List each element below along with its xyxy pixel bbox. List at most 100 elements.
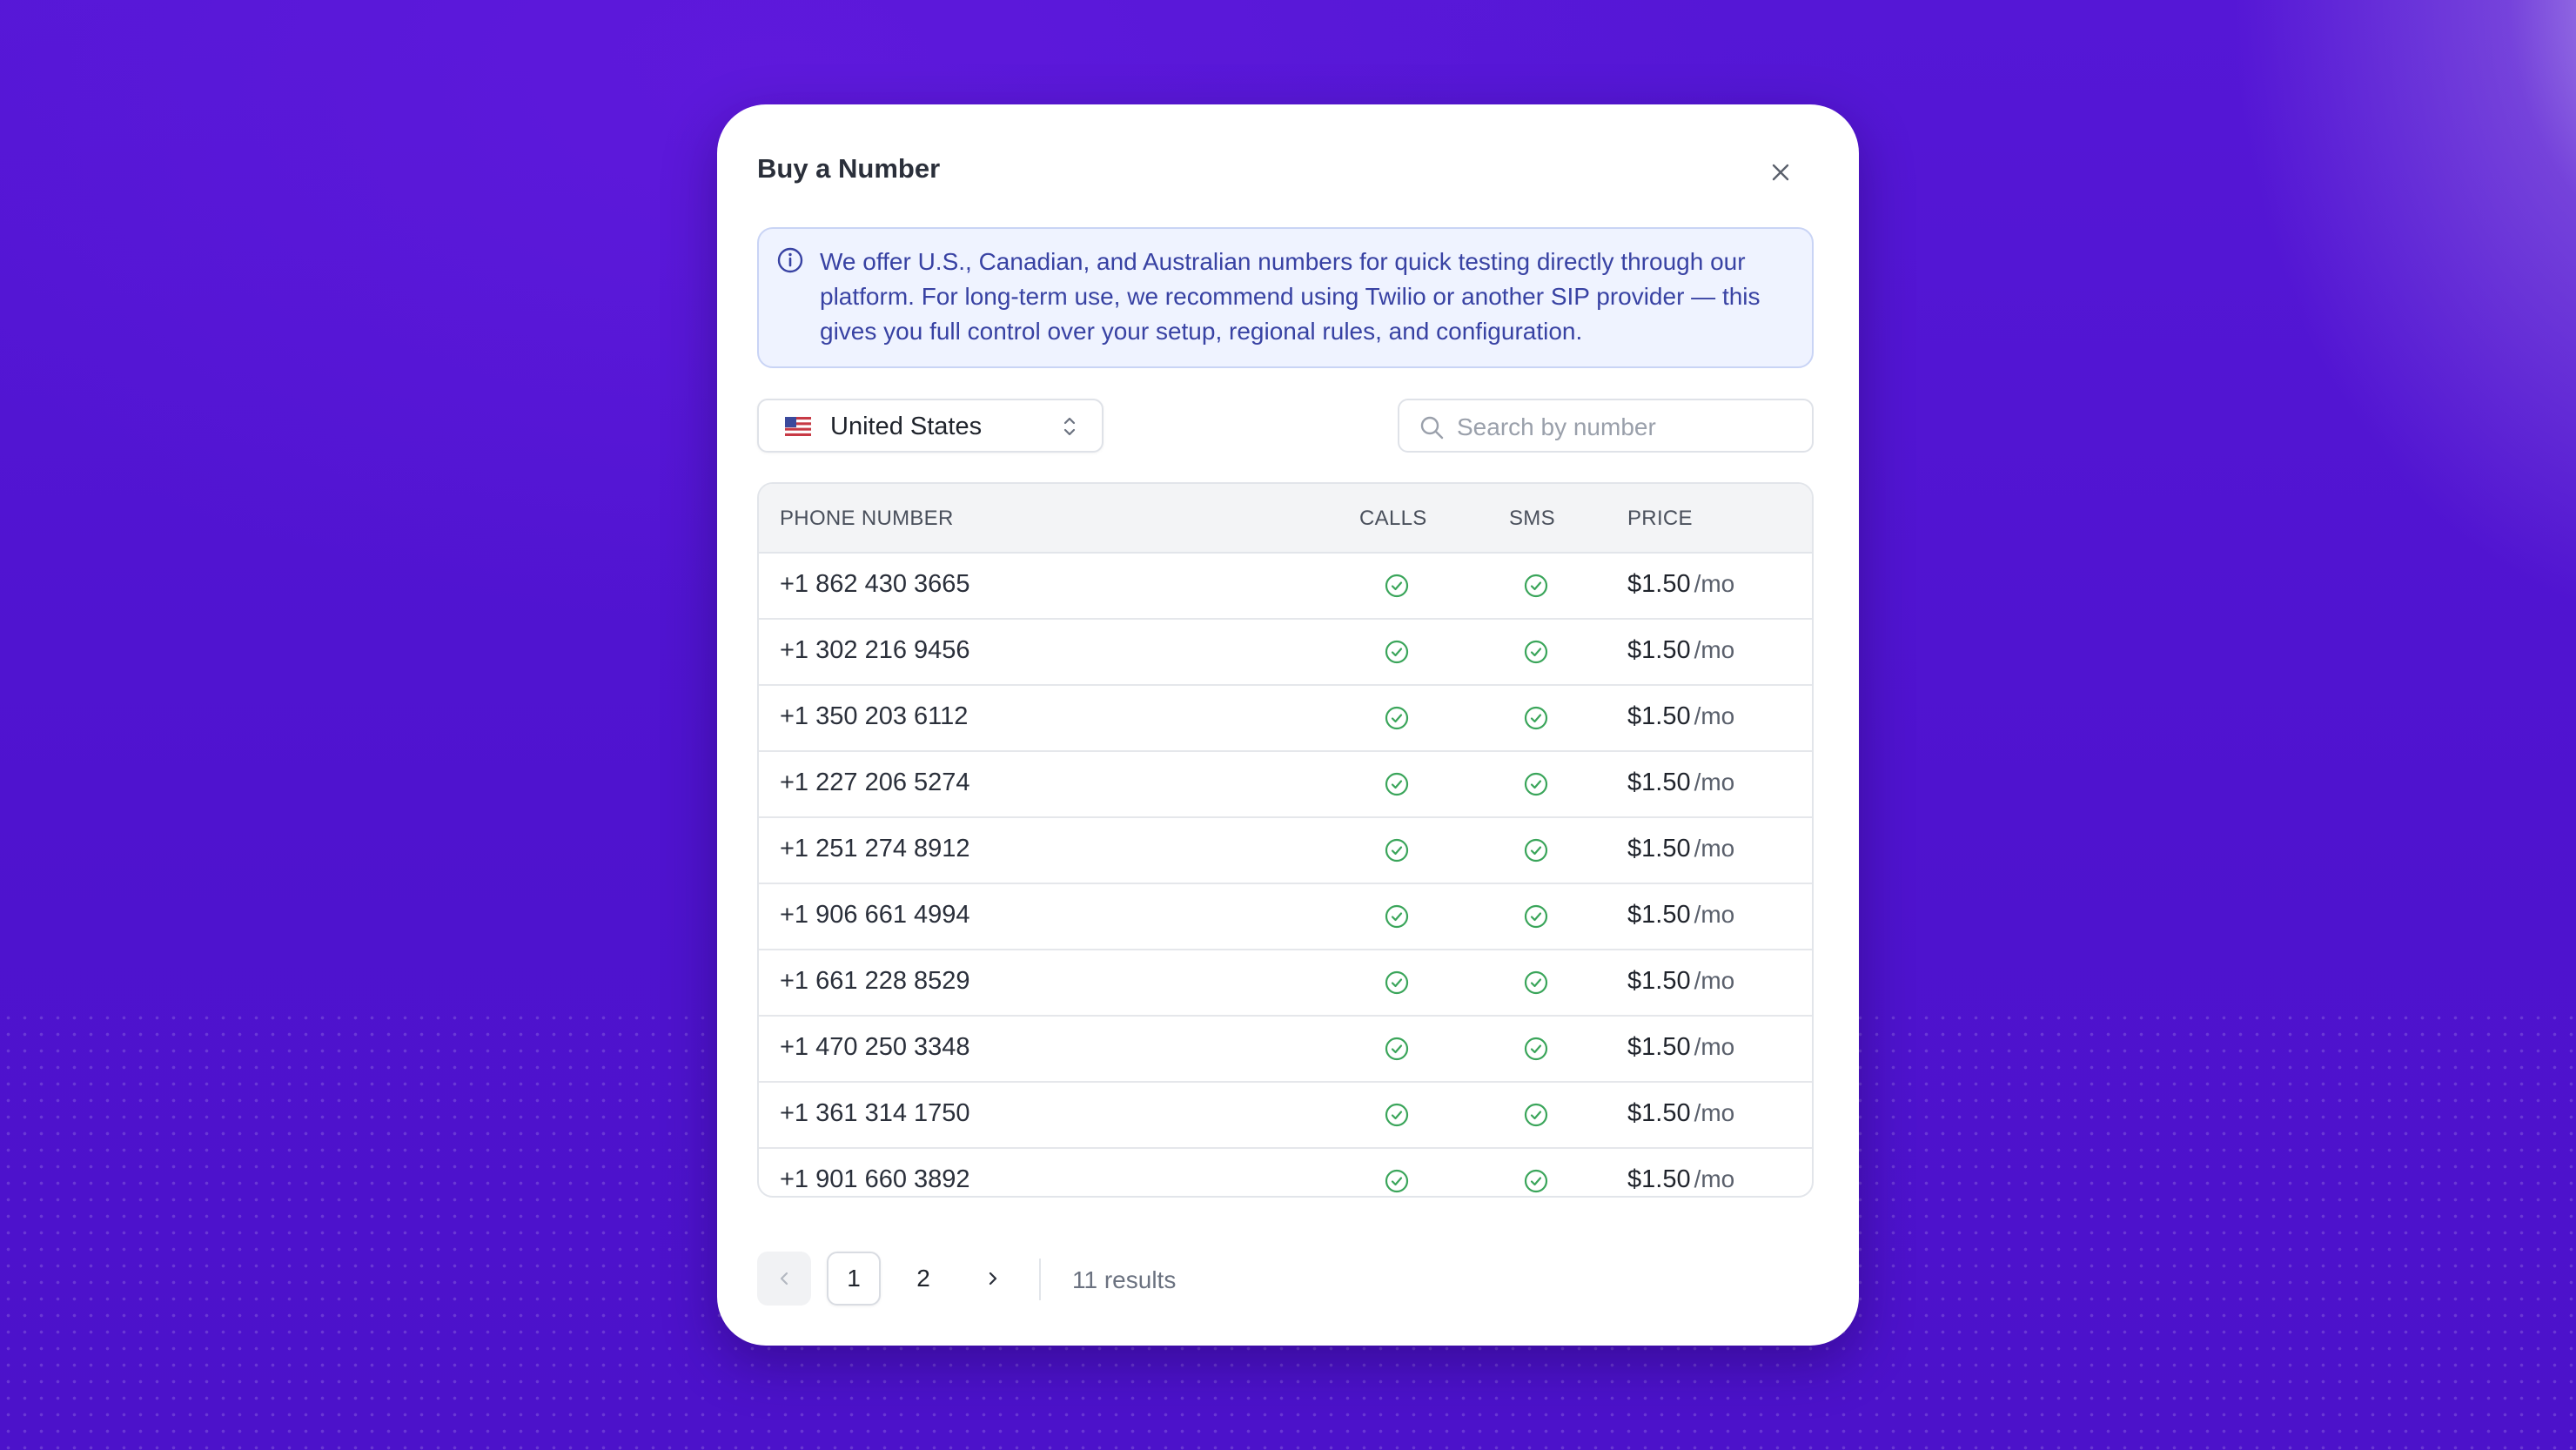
calls-cell xyxy=(1384,970,1410,1000)
price-cell: $1.50/mo xyxy=(1627,1033,1734,1062)
price-cell: $1.50/mo xyxy=(1627,901,1734,930)
sms-cell xyxy=(1523,573,1549,603)
close-button[interactable] xyxy=(1761,153,1800,191)
price-period: /mo xyxy=(1694,702,1735,729)
phone-number: +1 901 660 3892 xyxy=(780,1165,970,1193)
calls-cell xyxy=(1384,1102,1410,1132)
table-row[interactable]: +1 661 228 8529 $1.50/mo xyxy=(759,950,1812,1017)
check-circle-icon xyxy=(1524,772,1548,796)
phone-number: +1 251 274 8912 xyxy=(780,835,970,863)
us-flag-icon xyxy=(785,417,811,436)
phone-number: +1 350 203 6112 xyxy=(780,702,969,730)
search-field[interactable] xyxy=(1398,399,1814,453)
buy-number-modal: Buy a Number We offer U.S., Canadian, an… xyxy=(717,104,1859,1346)
calls-cell xyxy=(1384,1168,1410,1196)
check-circle-icon xyxy=(1385,970,1409,995)
phone-number: +1 862 430 3665 xyxy=(780,570,970,598)
phone-number: +1 661 228 8529 xyxy=(780,967,970,995)
table-row[interactable]: +1 862 430 3665 $1.50/mo xyxy=(759,554,1812,620)
calls-cell xyxy=(1384,837,1410,868)
price-period: /mo xyxy=(1694,1165,1735,1192)
page-button-1[interactable]: 1 xyxy=(827,1252,881,1306)
price-amount: $1.50 xyxy=(1627,1099,1691,1127)
calls-cell xyxy=(1384,639,1410,669)
check-circle-icon xyxy=(1385,838,1409,863)
sms-cell xyxy=(1523,639,1549,669)
results-count: 11 results xyxy=(1072,1266,1177,1293)
phone-number: +1 906 661 4994 xyxy=(780,901,970,929)
price-cell: $1.50/mo xyxy=(1627,967,1734,996)
price-amount: $1.50 xyxy=(1627,636,1691,664)
table-row[interactable]: +1 470 250 3348 $1.50/mo xyxy=(759,1017,1812,1083)
check-circle-icon xyxy=(1385,1037,1409,1061)
price-cell: $1.50/mo xyxy=(1627,636,1734,665)
chevron-left-icon xyxy=(780,1272,788,1286)
price-amount: $1.50 xyxy=(1627,835,1691,863)
price-amount: $1.50 xyxy=(1627,1165,1691,1193)
price-amount: $1.50 xyxy=(1627,967,1691,995)
table-row[interactable]: +1 302 216 9456 $1.50/mo xyxy=(759,620,1812,686)
close-icon xyxy=(1772,164,1789,181)
sms-cell xyxy=(1523,970,1549,1000)
country-select[interactable]: United States xyxy=(757,399,1104,453)
sms-cell xyxy=(1523,1168,1549,1196)
price-amount: $1.50 xyxy=(1627,570,1691,598)
table-body: +1 862 430 3665 $1.50/mo +1 302 216 9456 $1… xyxy=(759,554,1812,1196)
check-circle-icon xyxy=(1385,772,1409,796)
price-amount: $1.50 xyxy=(1627,901,1691,929)
check-circle-icon xyxy=(1524,1037,1548,1061)
sms-cell xyxy=(1523,1036,1549,1066)
calls-cell xyxy=(1384,903,1410,934)
table-header: PHONE NUMBER CALLS SMS PRICE xyxy=(759,484,1812,554)
page-button-2[interactable]: 2 xyxy=(896,1252,950,1306)
price-cell: $1.50/mo xyxy=(1627,835,1734,863)
info-icon xyxy=(777,247,803,273)
price-cell: $1.50/mo xyxy=(1627,1165,1734,1194)
check-circle-icon xyxy=(1524,706,1548,730)
pagination-divider xyxy=(1039,1259,1041,1300)
next-page-button[interactable] xyxy=(966,1252,1020,1306)
table-row[interactable]: +1 251 274 8912 $1.50/mo xyxy=(759,818,1812,884)
check-circle-icon xyxy=(1524,1169,1548,1193)
price-period: /mo xyxy=(1694,1099,1735,1126)
check-circle-icon xyxy=(1385,904,1409,929)
prev-page-button[interactable] xyxy=(757,1252,811,1306)
table-row[interactable]: +1 361 314 1750 $1.50/mo xyxy=(759,1083,1812,1149)
calls-cell xyxy=(1384,1036,1410,1066)
price-period: /mo xyxy=(1694,570,1735,597)
price-amount: $1.50 xyxy=(1627,1033,1691,1061)
table-row[interactable]: +1 227 206 5274 $1.50/mo xyxy=(759,752,1812,818)
sms-cell xyxy=(1523,771,1549,802)
sms-cell xyxy=(1523,837,1549,868)
header-phone-number: PHONE NUMBER xyxy=(780,507,954,530)
price-period: /mo xyxy=(1694,967,1735,994)
chevron-right-icon xyxy=(989,1272,997,1286)
header-sms: SMS xyxy=(1509,507,1555,530)
info-text: We offer U.S., Canadian, and Australian … xyxy=(820,248,1761,345)
sms-cell xyxy=(1523,705,1549,735)
price-cell: $1.50/mo xyxy=(1627,702,1734,731)
sms-cell xyxy=(1523,1102,1549,1132)
check-circle-icon xyxy=(1524,1103,1548,1127)
check-circle-icon xyxy=(1385,1169,1409,1193)
check-circle-icon xyxy=(1524,970,1548,995)
check-circle-icon xyxy=(1524,640,1548,664)
phone-number: +1 470 250 3348 xyxy=(780,1033,970,1061)
search-input[interactable] xyxy=(1455,407,1798,447)
check-circle-icon xyxy=(1385,1103,1409,1127)
check-circle-icon xyxy=(1524,904,1548,929)
table-row[interactable]: +1 906 661 4994 $1.50/mo xyxy=(759,884,1812,950)
table-row[interactable]: +1 350 203 6112 $1.50/mo xyxy=(759,686,1812,752)
price-cell: $1.50/mo xyxy=(1627,570,1734,599)
phone-number: +1 227 206 5274 xyxy=(780,769,970,796)
price-period: /mo xyxy=(1694,1033,1735,1060)
price-period: /mo xyxy=(1694,636,1735,663)
calls-cell xyxy=(1384,771,1410,802)
check-circle-icon xyxy=(1385,640,1409,664)
check-circle-icon xyxy=(1385,706,1409,730)
price-period: /mo xyxy=(1694,769,1735,795)
chevron-up-down-icon xyxy=(1063,417,1076,436)
phone-number: +1 302 216 9456 xyxy=(780,636,970,664)
table-row[interactable]: +1 901 660 3892 $1.50/mo xyxy=(759,1149,1812,1196)
search-icon xyxy=(1420,416,1444,440)
